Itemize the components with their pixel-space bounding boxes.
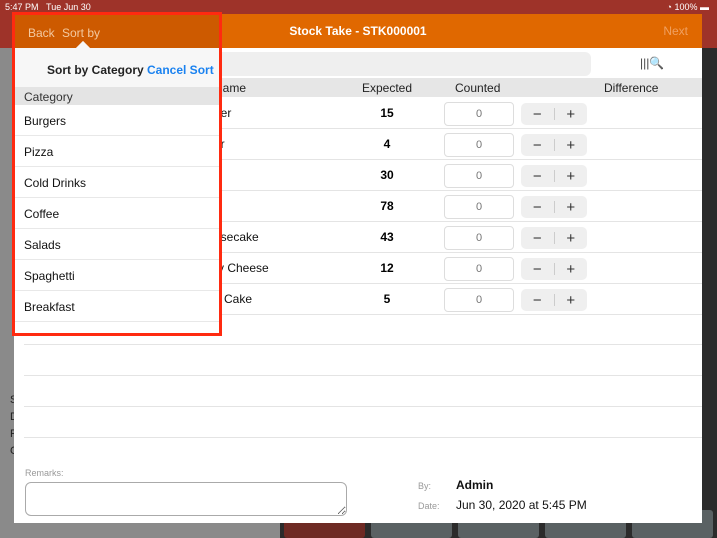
expected-value: 30 xyxy=(380,168,394,182)
decrement-button[interactable]: − xyxy=(521,199,554,216)
search-input[interactable] xyxy=(214,52,591,76)
category-item[interactable]: Breakfast xyxy=(15,291,219,322)
counted-input[interactable] xyxy=(444,102,514,126)
quantity-stepper: − + xyxy=(521,227,587,249)
decrement-button[interactable]: − xyxy=(521,106,554,123)
category-item[interactable]: Salads xyxy=(15,229,219,260)
decrement-button[interactable]: − xyxy=(521,168,554,185)
decrement-button[interactable]: − xyxy=(521,292,554,309)
quantity-stepper: − + xyxy=(521,103,587,125)
category-item[interactable]: Spaghetti xyxy=(15,260,219,291)
date-value: Jun 30, 2020 at 5:45 PM xyxy=(456,498,587,512)
sort-by-title: Sort by xyxy=(62,26,101,40)
increment-button[interactable]: + xyxy=(555,261,588,278)
item-name: ry Cheese xyxy=(214,261,269,275)
category-item[interactable]: Coffee xyxy=(15,198,219,229)
category-item[interactable]: Burgers xyxy=(15,105,219,136)
next-button[interactable]: Next xyxy=(663,24,688,38)
quantity-stepper: − + xyxy=(521,134,587,156)
remarks-label: Remarks: xyxy=(25,468,64,478)
category-item[interactable]: Cold Drinks xyxy=(15,167,219,198)
battery-icon: ▬ xyxy=(700,2,709,12)
increment-button[interactable]: + xyxy=(555,292,588,309)
category-section-header: Category xyxy=(15,87,219,105)
quantity-stepper: − + xyxy=(521,165,587,187)
counted-input[interactable] xyxy=(444,288,514,312)
expected-value: 12 xyxy=(380,261,394,275)
wifi-icon: ◔ xyxy=(666,2,672,12)
decrement-button[interactable]: − xyxy=(521,137,554,154)
empty-row xyxy=(24,376,702,407)
expected-value: 5 xyxy=(383,292,391,306)
expected-value: 78 xyxy=(380,199,394,213)
empty-row xyxy=(24,407,702,438)
counted-input[interactable] xyxy=(444,226,514,250)
counted-input[interactable] xyxy=(444,133,514,157)
quantity-stepper: − + xyxy=(521,258,587,280)
counted-input[interactable] xyxy=(444,195,514,219)
popover-header: Back Sort by xyxy=(15,15,219,56)
increment-button[interactable]: + xyxy=(555,137,588,154)
sort-by-label: Sort by Category xyxy=(47,63,144,77)
cancel-sort-button[interactable]: Cancel Sort xyxy=(147,63,214,77)
remarks-input[interactable] xyxy=(25,482,347,516)
quantity-stepper: − + xyxy=(521,196,587,218)
increment-button[interactable]: + xyxy=(555,106,588,123)
empty-row xyxy=(24,345,702,376)
sort-row: Sort by Category Cancel Sort xyxy=(15,48,219,87)
quantity-stepper: − + xyxy=(521,289,587,311)
increment-button[interactable]: + xyxy=(555,230,588,247)
increment-button[interactable]: + xyxy=(555,168,588,185)
expected-value: 15 xyxy=(380,106,394,120)
barcode-search-icon[interactable]: |||🔍 xyxy=(640,56,664,70)
back-button[interactable]: Back xyxy=(28,26,55,40)
by-value: Admin xyxy=(456,478,494,492)
status-time: 5:47 PM Tue Jun 30 xyxy=(5,2,91,12)
status-battery: ◔ 100% ▬ xyxy=(666,2,710,12)
increment-button[interactable]: + xyxy=(555,199,588,216)
expected-value: 4 xyxy=(383,137,391,151)
decrement-button[interactable]: − xyxy=(521,230,554,247)
sort-popover: Back Sort by Sort by Category Cancel Sor… xyxy=(12,12,222,336)
expected-value: 43 xyxy=(380,230,394,244)
counted-input[interactable] xyxy=(444,164,514,188)
counted-input[interactable] xyxy=(444,257,514,281)
decrement-button[interactable]: − xyxy=(521,261,554,278)
category-item[interactable]: Pizza xyxy=(15,136,219,167)
by-label: By: xyxy=(418,481,432,491)
date-label: Date: xyxy=(418,501,440,511)
